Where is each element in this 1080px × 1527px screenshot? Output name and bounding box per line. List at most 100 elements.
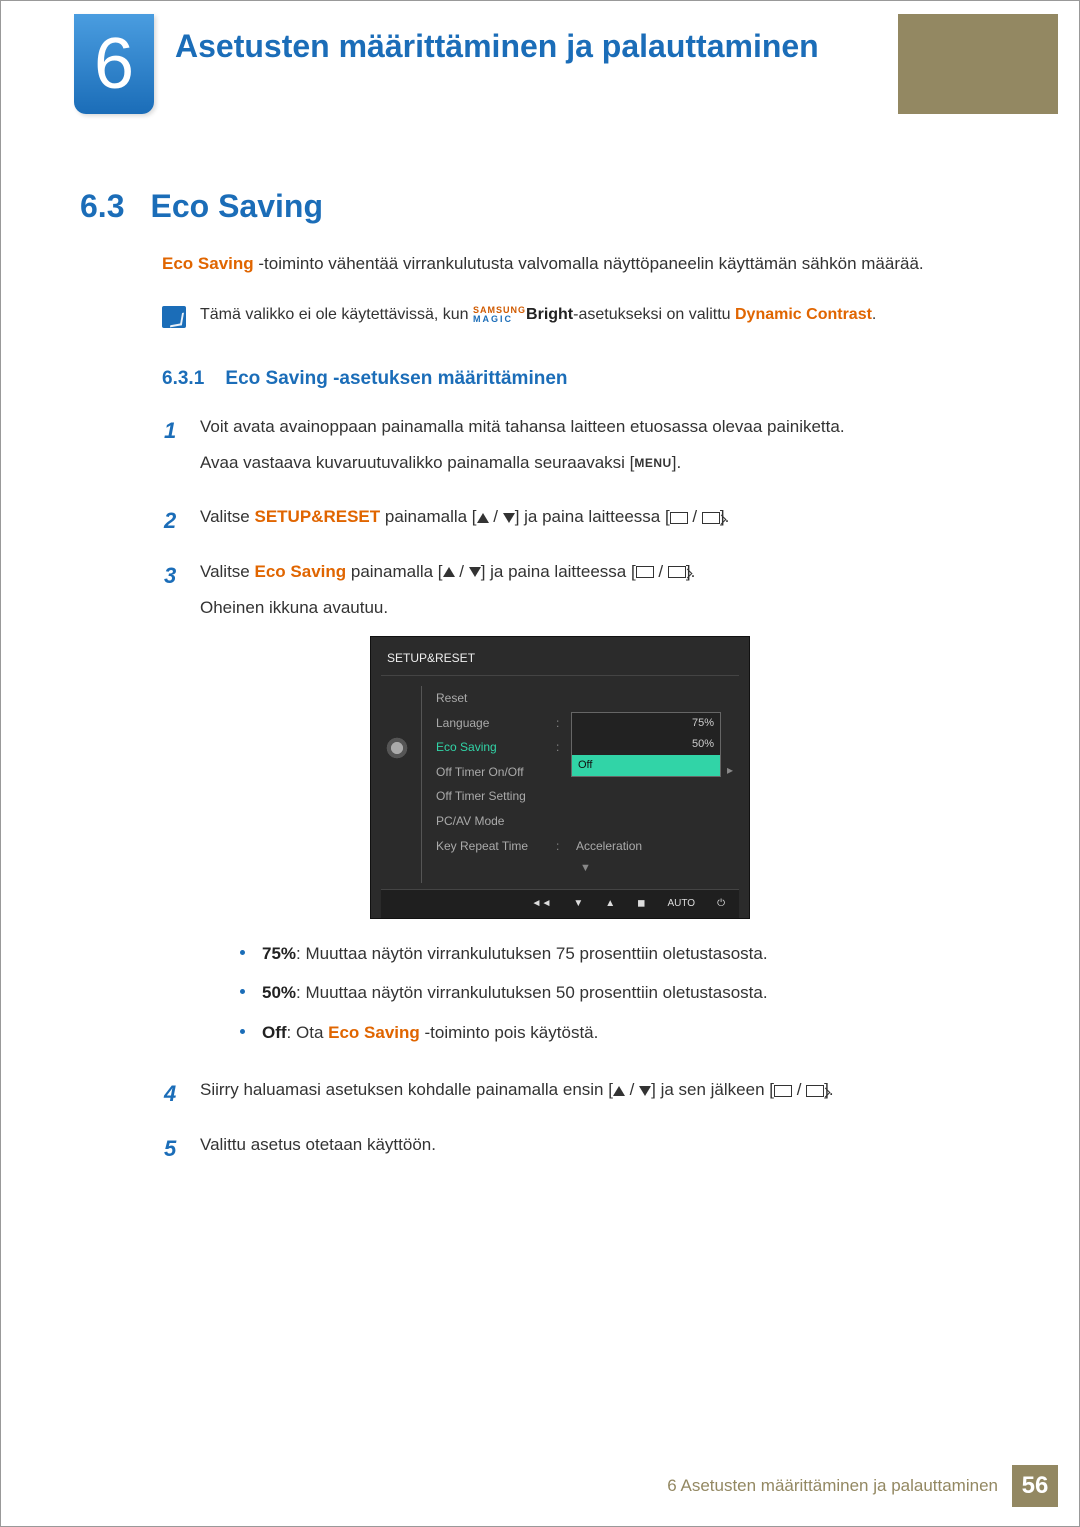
step4-pre: Siirry haluamasi asetuksen kohdalle pain… xyxy=(200,1080,613,1099)
magic-text: MAGIC xyxy=(473,314,513,324)
content-area: Eco Saving -toiminto vähentää virrankulu… xyxy=(162,252,1000,1186)
note-text-pre: Tämä valikko ei ole käytettävissä, kun xyxy=(200,306,473,323)
osd-option-50: 50% xyxy=(572,734,720,755)
enter-icon xyxy=(806,1085,824,1097)
subsection-heading: 6.3.1 Eco Saving -asetuksen määrittämine… xyxy=(162,368,1000,390)
section-title: Eco Saving xyxy=(150,188,323,225)
osd-nav-back-icon: ◄◄ xyxy=(532,896,552,912)
up-arrow-icon xyxy=(477,513,489,523)
section-number: 6.3 xyxy=(80,188,124,225)
up-arrow-icon xyxy=(613,1086,625,1096)
step-1: 1 Voit avata avainoppaan painamalla mitä… xyxy=(164,414,1000,487)
step-body: Siirry haluamasi asetuksen kohdalle pain… xyxy=(200,1077,1000,1113)
step1-line2: Avaa vastaava kuvaruutuvalikko painamall… xyxy=(200,450,1000,476)
up-arrow-icon xyxy=(443,567,455,577)
osd-option-off: Off xyxy=(572,755,720,776)
bullet-text: : Muuttaa näytön virrankulutuksen 50 pro… xyxy=(296,983,768,1002)
subsection-number: 6.3.1 xyxy=(162,368,204,389)
bullet-50: 50%: Muuttaa näytön virrankulutuksen 50 … xyxy=(240,980,1000,1006)
note-text: Tämä valikko ei ole käytettävissä, kun S… xyxy=(200,304,876,326)
step-body: Voit avata avainoppaan painamalla mitä t… xyxy=(200,414,1000,487)
step-5: 5 Valittu asetus otetaan käyttöön. xyxy=(164,1132,1000,1168)
step3-mid: painamalla [ xyxy=(346,562,442,581)
osd-scroll-down-icon: ▼ xyxy=(436,858,735,883)
osd-header: SETUP&RESET xyxy=(381,645,739,677)
step2-setupreset: SETUP&RESET xyxy=(255,507,381,526)
bullet-label: 75% xyxy=(262,944,296,963)
osd-label: Key Repeat Time xyxy=(436,837,556,856)
intro-highlight: Eco Saving xyxy=(162,254,254,273)
note-icon xyxy=(162,306,186,328)
osd-option-75: 75% xyxy=(572,713,720,734)
enter-icon xyxy=(668,566,686,578)
step-4: 4 Siirry haluamasi asetuksen kohdalle pa… xyxy=(164,1077,1000,1113)
enter-icon xyxy=(702,512,720,524)
footer-text: 6 Asetusten määrittäminen ja palauttamin… xyxy=(667,1476,1012,1496)
step3-pre: Valitse xyxy=(200,562,255,581)
step3-post: ] ja paina laitteessa [ xyxy=(481,562,636,581)
osd-dropdown: 75% 50% Off xyxy=(571,712,721,777)
bullet-off: Off: Ota Eco Saving -toiminto pois käytö… xyxy=(240,1020,1000,1046)
osd-item-reset: Reset xyxy=(436,686,735,711)
header-color-band xyxy=(898,14,1058,114)
step1-post: ]. xyxy=(672,453,681,472)
section-heading: 6.3 Eco Saving xyxy=(80,188,323,225)
osd-separator xyxy=(421,686,422,883)
osd-nav-enter-icon: ◼ xyxy=(637,896,645,912)
down-arrow-icon xyxy=(469,567,481,577)
osd-label: Off Timer Setting xyxy=(436,787,556,806)
rect-icon xyxy=(636,566,654,578)
chapter-title: Asetusten määrittäminen ja palauttaminen xyxy=(175,28,819,65)
note-bright: Bright xyxy=(526,306,573,323)
option-bullets: 75%: Muuttaa näytön virrankulutuksen 75 … xyxy=(240,941,1000,1046)
osd-value: Acceleration xyxy=(568,837,735,856)
steps-list: 1 Voit avata avainoppaan painamalla mitä… xyxy=(164,414,1000,1168)
bullet-text: -toiminto pois käytöstä. xyxy=(420,1023,599,1042)
chapter-tab: 6 xyxy=(74,14,154,114)
step3-ecosaving: Eco Saving xyxy=(255,562,347,581)
gear-icon xyxy=(385,736,409,760)
step-3: 3 Valitse Eco Saving painamalla [ / ] ja… xyxy=(164,559,1000,1059)
intro-rest: -toiminto vähentää virrankulutusta valvo… xyxy=(254,254,924,273)
step-number: 4 xyxy=(164,1077,182,1113)
step2-pre: Valitse xyxy=(200,507,255,526)
samsung-magic-logo: SAMSUNG MAGIC xyxy=(473,306,526,324)
step-number: 1 xyxy=(164,414,182,487)
intro-paragraph: Eco Saving -toiminto vähentää virrankulu… xyxy=(162,252,1000,276)
step-number: 3 xyxy=(164,559,182,1059)
step-body: Valitse Eco Saving painamalla [ / ] ja p… xyxy=(200,559,1000,1059)
bullet-ecosaving: Eco Saving xyxy=(328,1023,420,1042)
page-number: 56 xyxy=(1012,1465,1058,1507)
down-arrow-icon xyxy=(639,1086,651,1096)
osd-screenshot: SETUP&RESET Reset Language:English Eco S… xyxy=(370,636,1000,919)
bullet-mid: : Ota xyxy=(287,1023,329,1042)
rect-icon xyxy=(670,512,688,524)
osd-nav-down-icon: ▼ xyxy=(573,896,583,912)
note-post2: . xyxy=(872,306,876,323)
osd-label: Eco Saving xyxy=(436,738,556,757)
step-number: 2 xyxy=(164,504,182,540)
bullet-label: Off xyxy=(262,1023,287,1042)
step5-text: Valittu asetus otetaan käyttöön. xyxy=(200,1132,1000,1158)
note-post1: -asetukseksi on valittu xyxy=(573,306,735,323)
menu-button-label: MENU xyxy=(634,456,671,470)
note-row: Tämä valikko ei ole käytettävissä, kun S… xyxy=(162,304,1000,328)
osd-label: Reset xyxy=(436,689,556,708)
subsection-title: Eco Saving -asetuksen määrittäminen xyxy=(225,368,567,389)
osd-item-keyrepeat: Key Repeat Time:Acceleration xyxy=(436,834,735,859)
osd-label: Language xyxy=(436,714,556,733)
down-arrow-icon xyxy=(503,513,515,523)
osd-right-caret-icon: ▸ xyxy=(727,761,733,780)
osd-nav-up-icon: ▲ xyxy=(605,896,615,912)
bullet-text: : Muuttaa näytön virrankulutuksen 75 pro… xyxy=(296,944,768,963)
osd-power-icon: ⏻ xyxy=(717,896,725,912)
osd-item-offtimer-setting: Off Timer Setting xyxy=(436,784,735,809)
rect-icon xyxy=(774,1085,792,1097)
step2-post: ] ja paina laitteessa [ xyxy=(515,507,670,526)
osd-auto-label: AUTO xyxy=(667,896,695,912)
step3-extra: Oheinen ikkuna avautuu. xyxy=(200,595,1000,621)
step-number: 5 xyxy=(164,1132,182,1168)
page-footer: 6 Asetusten määrittäminen ja palauttamin… xyxy=(667,1465,1058,1507)
step1-pre: Avaa vastaava kuvaruutuvalikko painamall… xyxy=(200,453,634,472)
osd-label: Off Timer On/Off xyxy=(436,763,556,782)
